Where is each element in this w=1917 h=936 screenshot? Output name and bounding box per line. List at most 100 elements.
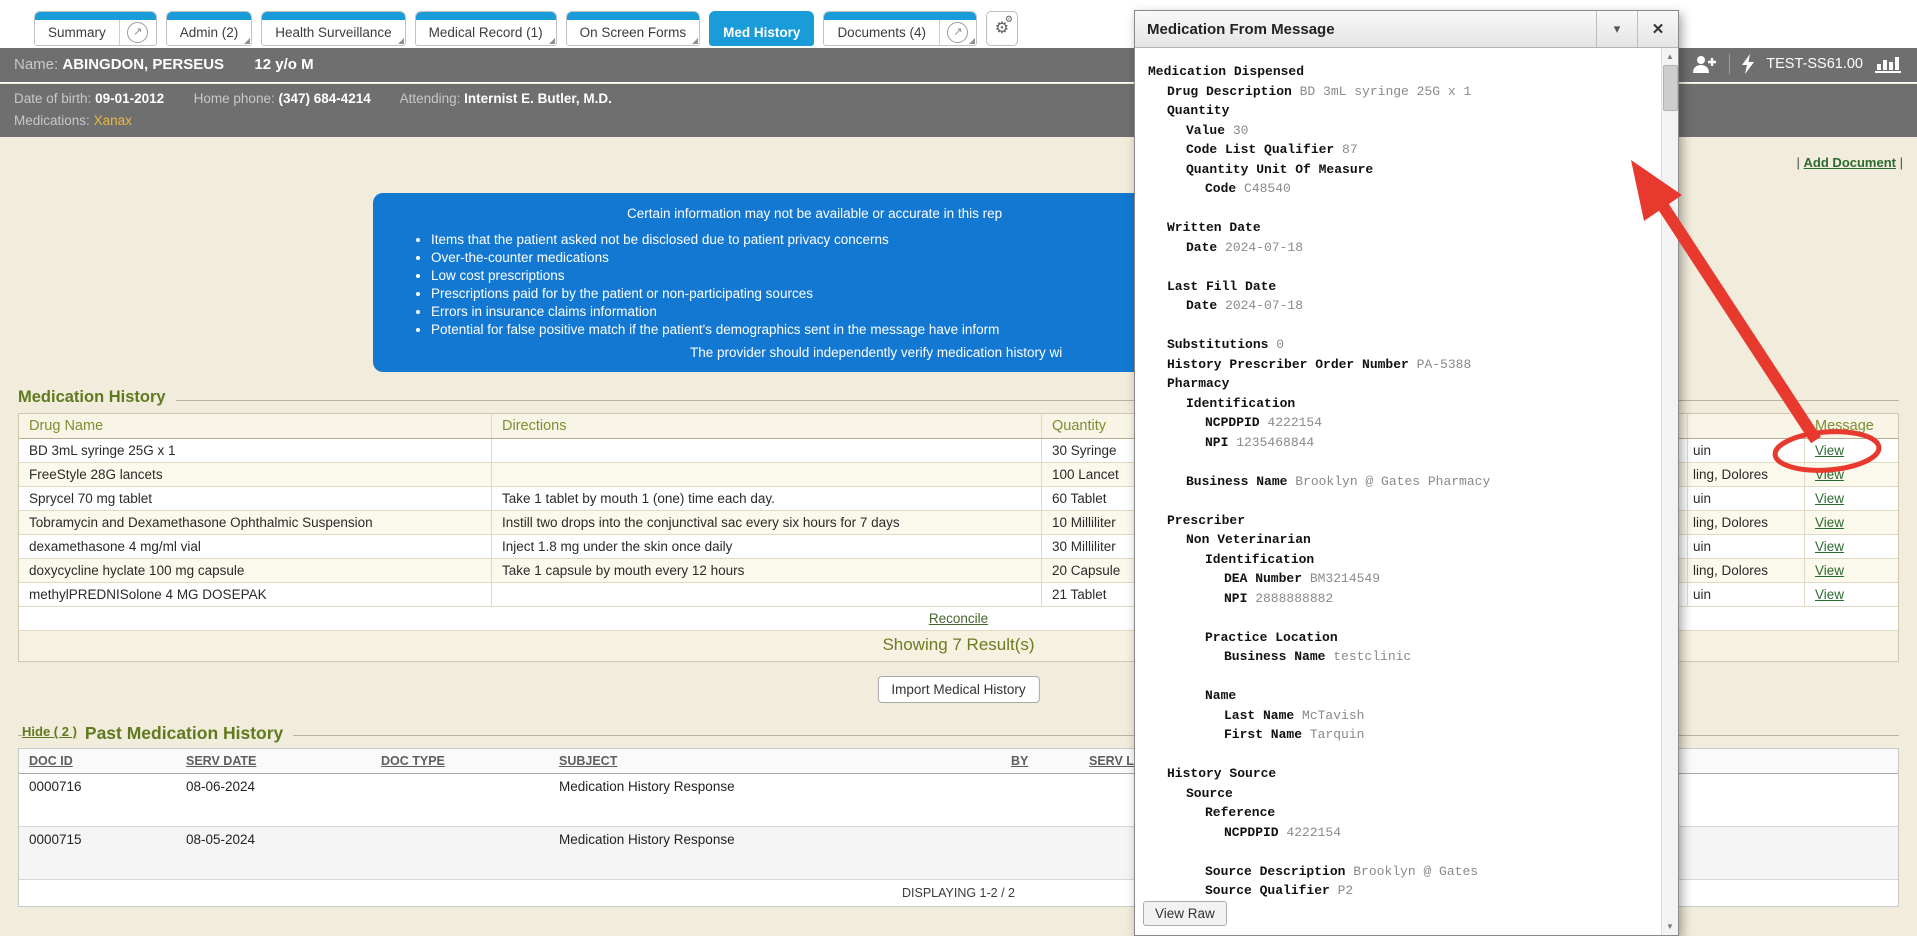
by-cell: ling, Dolores bbox=[1687, 463, 1804, 486]
past-history-header: Hide ( 2 )Past Medication History bbox=[22, 723, 293, 744]
by-cell: uin bbox=[1687, 439, 1804, 462]
environment-code: TEST-SS61.00 bbox=[1766, 56, 1863, 72]
popup-blank-line bbox=[1148, 745, 1661, 765]
popup-line: Identification bbox=[1148, 394, 1661, 414]
popup-line: Last Fill Date bbox=[1148, 277, 1661, 297]
dob-label: Date of birth: bbox=[14, 91, 91, 106]
col-header-by[interactable]: BY bbox=[1001, 749, 1079, 773]
dialog-scrollbar[interactable]: ▲ ▼ bbox=[1661, 48, 1678, 935]
view-message-link[interactable]: View bbox=[1815, 563, 1844, 578]
tab-label: Admin (2) bbox=[167, 25, 252, 40]
col-header-doc-id[interactable]: DOC ID bbox=[19, 749, 176, 773]
col-header-serv-date[interactable]: SERV DATE bbox=[176, 749, 371, 773]
popup-line: Written Date bbox=[1148, 218, 1661, 238]
col-header-subject[interactable]: SUBJECT bbox=[549, 749, 1001, 773]
directions-cell: Instill two drops into the conjunctival … bbox=[491, 511, 1041, 534]
tab-top-accent bbox=[567, 12, 700, 20]
tab-top-accent bbox=[710, 12, 813, 20]
dialog-collapse-button[interactable]: ▾ bbox=[1596, 11, 1637, 47]
popup-line: Value 30 bbox=[1148, 121, 1661, 141]
gear-small-icon: ⚙ bbox=[1005, 15, 1013, 24]
tab-corner-fold bbox=[398, 38, 404, 44]
col-header-directions[interactable]: Directions bbox=[491, 414, 1041, 438]
doc-id-cell: 0000716 bbox=[19, 774, 176, 826]
view-message-link[interactable]: View bbox=[1815, 515, 1844, 530]
dialog-close-button[interactable]: ✕ bbox=[1637, 11, 1678, 47]
popup-line: Source Qualifier P2 bbox=[1148, 881, 1661, 901]
close-icon: ✕ bbox=[1652, 20, 1665, 38]
attending-label: Attending: bbox=[400, 91, 461, 106]
settings-gear-button[interactable]: ⚙⚙ bbox=[986, 11, 1018, 46]
popup-blank-line bbox=[1148, 491, 1661, 511]
view-message-link[interactable]: View bbox=[1815, 467, 1844, 482]
popup-line: Drug Description BD 3mL syringe 25G x 1 bbox=[1148, 82, 1661, 102]
medication-from-message-dialog: Medication From Message ▾ ✕ Medication D… bbox=[1134, 10, 1679, 936]
doc-type-cell bbox=[371, 827, 549, 879]
add-document-link[interactable]: Add Document bbox=[1804, 155, 1896, 170]
tab-top-accent bbox=[824, 12, 976, 20]
popup-line: Name bbox=[1148, 686, 1661, 706]
tab-admin-2[interactable]: Admin (2) bbox=[166, 11, 253, 46]
view-message-link[interactable]: View bbox=[1815, 491, 1844, 506]
tab-documents-4[interactable]: Documents (4)↗ bbox=[823, 11, 977, 46]
tab-medical-record-1[interactable]: Medical Record (1) bbox=[415, 11, 557, 46]
dialog-title: Medication From Message bbox=[1135, 11, 1596, 47]
subject-cell: Medication History Response bbox=[549, 827, 1001, 879]
external-link-icon[interactable]: ↗ bbox=[119, 20, 156, 45]
lightning-icon[interactable] bbox=[1742, 54, 1754, 74]
scroll-up-arrow[interactable]: ▲ bbox=[1662, 49, 1678, 64]
bar-chart-icon[interactable] bbox=[1875, 56, 1901, 73]
popup-line: Identification bbox=[1148, 550, 1661, 570]
tab-med-history[interactable]: Med History bbox=[709, 11, 814, 46]
tab-top-accent bbox=[167, 12, 252, 20]
drug-name-cell: Tobramycin and Dexamethasone Ophthalmic … bbox=[19, 511, 491, 534]
popup-line: Reference bbox=[1148, 803, 1661, 823]
message-cell: View bbox=[1804, 535, 1898, 558]
popup-line: NPI 1235468844 bbox=[1148, 433, 1661, 453]
hide-link[interactable]: Hide ( 2 ) bbox=[22, 724, 77, 739]
by-cell: uin bbox=[1687, 487, 1804, 510]
message-cell: View bbox=[1804, 439, 1898, 462]
tab-health-surveillance[interactable]: Health Surveillance bbox=[261, 11, 405, 46]
view-message-link[interactable]: View bbox=[1815, 587, 1844, 602]
col-header-drug-name[interactable]: Drug Name bbox=[19, 414, 491, 438]
col-header-message: Message bbox=[1804, 414, 1898, 438]
add-person-icon[interactable] bbox=[1691, 54, 1717, 74]
subject-cell: Medication History Response bbox=[549, 774, 1001, 826]
col-header-doc-type[interactable]: DOC TYPE bbox=[371, 749, 549, 773]
message-cell: View bbox=[1804, 583, 1898, 606]
import-medical-history-button[interactable]: Import Medical History bbox=[877, 676, 1039, 703]
col-header-by bbox=[1687, 414, 1804, 438]
tab-summary[interactable]: Summary↗ bbox=[34, 11, 157, 46]
popup-line: Quantity bbox=[1148, 101, 1661, 121]
popup-blank-line bbox=[1148, 257, 1661, 277]
drug-name-cell: BD 3mL syringe 25G x 1 bbox=[19, 439, 491, 462]
red-arrow-shaft bbox=[1663, 206, 1816, 440]
view-raw-button[interactable]: View Raw bbox=[1143, 901, 1227, 926]
drug-name-cell: methylPREDNISolone 4 MG DOSEPAK bbox=[19, 583, 491, 606]
doc-id-cell: 0000715 bbox=[19, 827, 176, 879]
tab-on-screen-forms[interactable]: On Screen Forms bbox=[566, 11, 701, 46]
tab-label: On Screen Forms bbox=[567, 25, 700, 40]
medications-label: Medications: bbox=[14, 113, 90, 128]
popup-line: History Source bbox=[1148, 764, 1661, 784]
message-cell: View bbox=[1804, 511, 1898, 534]
popup-line: Quantity Unit Of Measure bbox=[1148, 160, 1661, 180]
popup-line: Date 2024-07-18 bbox=[1148, 238, 1661, 258]
popup-line: Source bbox=[1148, 784, 1661, 804]
tab-top-accent bbox=[262, 12, 404, 20]
dialog-title-bar[interactable]: Medication From Message ▾ ✕ bbox=[1135, 11, 1678, 48]
reconcile-link[interactable]: Reconcile bbox=[929, 611, 988, 626]
tab-top-accent bbox=[416, 12, 556, 20]
popup-line: Business Name Brooklyn @ Gates Pharmacy bbox=[1148, 472, 1661, 492]
view-message-link[interactable]: View bbox=[1815, 443, 1844, 458]
patient-medications[interactable]: Xanax bbox=[94, 113, 132, 128]
scroll-down-arrow[interactable]: ▼ bbox=[1662, 919, 1678, 934]
popup-blank-line bbox=[1148, 452, 1661, 472]
tab-label: Summary bbox=[35, 25, 119, 40]
scrollbar-thumb[interactable] bbox=[1663, 65, 1678, 111]
serv-date-cell: 08-05-2024 bbox=[176, 827, 371, 879]
view-message-link[interactable]: View bbox=[1815, 539, 1844, 554]
popup-line: Substitutions 0 bbox=[1148, 335, 1661, 355]
ehr-application-window: Summary↗ Admin (2) Health Surveillance Medi… bbox=[0, 0, 1917, 936]
